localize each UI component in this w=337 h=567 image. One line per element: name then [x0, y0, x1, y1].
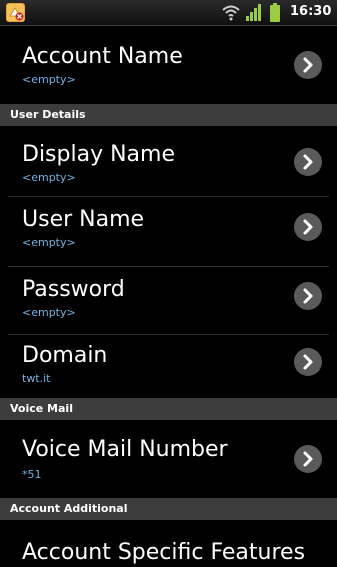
- voice-mail-number-value: *51: [22, 468, 42, 481]
- account-name-row[interactable]: Account Name <empty>: [0, 26, 337, 96]
- clock: 16:30: [290, 4, 332, 19]
- domain-row[interactable]: Domain twt.it: [0, 335, 337, 397]
- account-name-value: <empty>: [22, 73, 76, 86]
- status-bar: 16:30: [0, 0, 337, 26]
- notification-icon: [6, 3, 25, 22]
- chevron-right-icon[interactable]: [293, 444, 323, 474]
- section-title: User Details: [10, 108, 86, 121]
- voice-mail-number-label: Voice Mail Number: [22, 437, 228, 462]
- chevron-right-icon[interactable]: [293, 347, 323, 377]
- chevron-right-icon[interactable]: [293, 281, 323, 311]
- section-title: Voice Mail: [10, 402, 73, 415]
- chevron-right-icon[interactable]: [293, 50, 323, 80]
- password-label: Password: [22, 277, 125, 302]
- display-name-value: <empty>: [22, 171, 76, 184]
- display-name-label: Display Name: [22, 142, 175, 167]
- account-specific-features-label: Account Specific Features: [22, 540, 306, 565]
- user-name-row[interactable]: User Name <empty>: [0, 197, 337, 267]
- section-header-account-additional: Account Additional: [0, 498, 337, 520]
- signal-icon: [246, 4, 261, 21]
- account-specific-features-row[interactable]: Account Specific Features: [0, 520, 337, 567]
- user-name-label: User Name: [22, 207, 145, 232]
- domain-value: twt.it: [22, 372, 51, 385]
- password-value: <empty>: [22, 306, 76, 319]
- user-name-value: <empty>: [22, 236, 76, 249]
- section-header-user-details: User Details: [0, 104, 337, 126]
- chevron-right-icon[interactable]: [293, 147, 323, 177]
- password-row[interactable]: Password <empty>: [0, 267, 337, 334]
- section-header-voice-mail: Voice Mail: [0, 398, 337, 420]
- voice-mail-number-row[interactable]: Voice Mail Number *51: [0, 420, 337, 495]
- wifi-icon: [222, 5, 240, 21]
- chevron-right-icon[interactable]: [293, 212, 323, 242]
- section-title: Account Additional: [10, 502, 128, 515]
- battery-icon: [270, 3, 280, 22]
- account-name-label: Account Name: [22, 44, 183, 69]
- display-name-row[interactable]: Display Name <empty>: [0, 126, 337, 196]
- domain-label: Domain: [22, 343, 108, 368]
